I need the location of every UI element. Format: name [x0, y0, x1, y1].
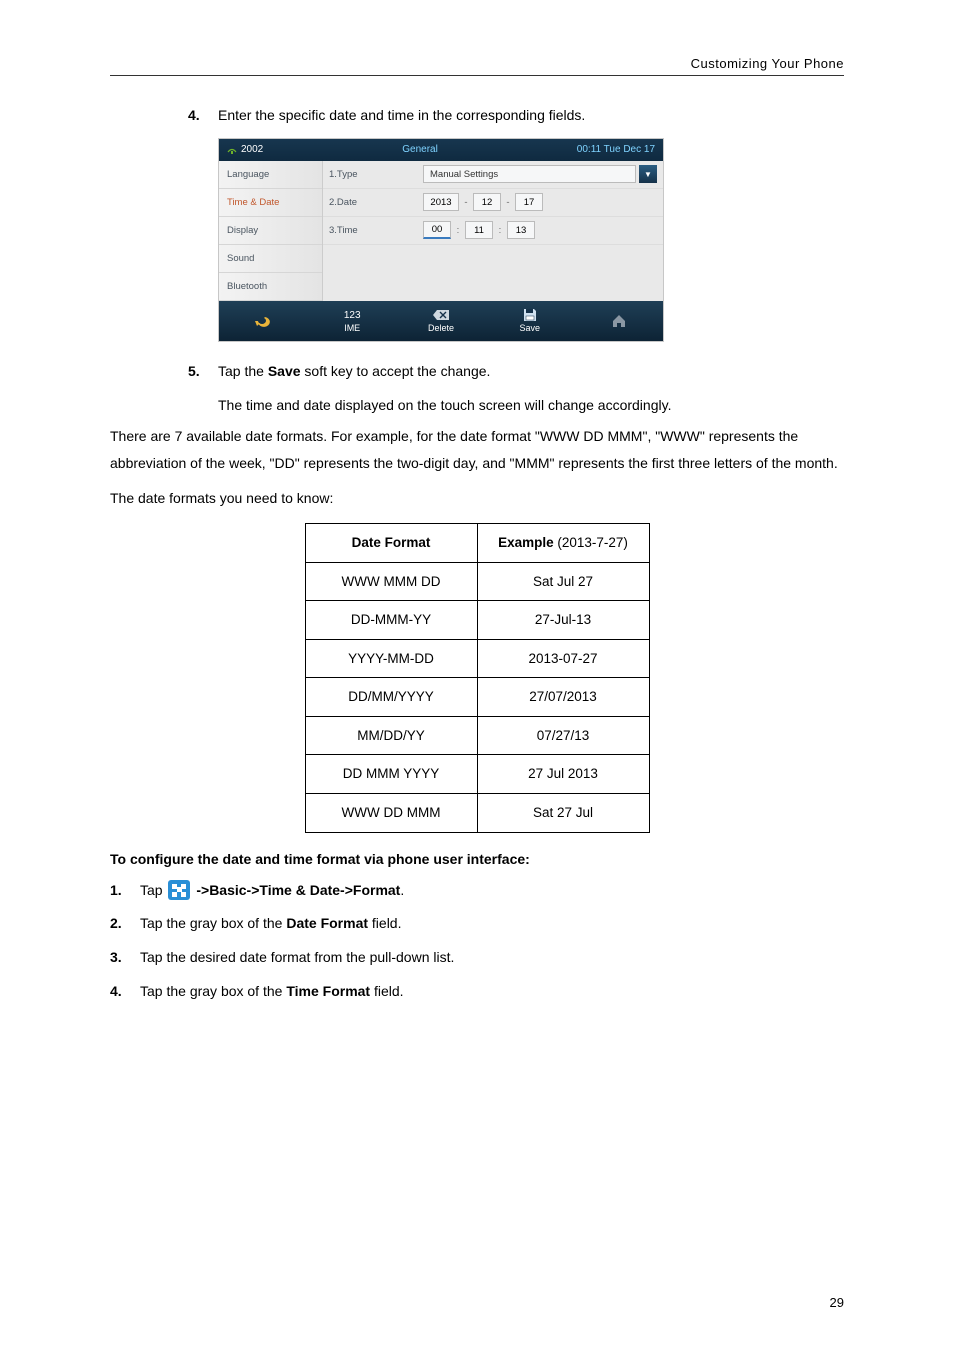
header-rule: [110, 75, 844, 76]
step-4: 4. Enter the specific date and time in t…: [188, 104, 844, 128]
date-month-input[interactable]: 12: [473, 193, 501, 211]
sidebar-item-bluetooth[interactable]: Bluetooth: [219, 273, 322, 301]
app-menu-icon: [168, 880, 190, 900]
step-4-text: Enter the specific date and time in the …: [218, 104, 844, 128]
explain-p2: The date formats you need to know:: [110, 485, 844, 512]
row-time: 3.Time 00 : 11 : 13: [323, 217, 663, 245]
table-row: WWW DD MMMSat 27 Jul: [305, 794, 649, 833]
cfg-step-3-text: Tap the desired date format from the pul…: [140, 946, 844, 970]
configure-heading: To configure the date and time format vi…: [110, 851, 844, 867]
cfg-step-3-num: 3.: [110, 946, 140, 970]
step-5: 5. Tap the Save soft key to accept the c…: [188, 360, 844, 384]
page-number: 29: [830, 1295, 844, 1310]
time-second-input[interactable]: 13: [507, 221, 535, 239]
table-header-example: Example (2013-7-27): [477, 524, 649, 563]
time-minute-input[interactable]: 11: [465, 221, 493, 239]
cfg-step-2: 2. Tap the gray box of the Date Format f…: [110, 912, 844, 936]
label-time: 3.Time: [329, 225, 417, 236]
cfg-step-1-num: 1.: [110, 879, 140, 903]
cfg-step-4-text: Tap the gray box of the Time Format fiel…: [140, 980, 844, 1004]
sidebar-item-display[interactable]: Display: [219, 217, 322, 245]
softkey-bar: 123 IME Delete Save: [219, 301, 663, 341]
row-type: 1.Type Manual Settings ▼: [323, 161, 663, 189]
sidebar-item-sound[interactable]: Sound: [219, 245, 322, 273]
save-label: Save: [520, 323, 541, 333]
cfg-step-4-num: 4.: [110, 980, 140, 1004]
extension-indicator: 2002: [227, 144, 263, 155]
cfg-step-2-text: Tap the gray box of the Date Format fiel…: [140, 912, 844, 936]
time-hour-input[interactable]: 00: [423, 221, 451, 239]
softkey-home[interactable]: [574, 301, 663, 341]
cfg-step-1-text: Tap ->Basic->Time & Date->Format.: [140, 879, 844, 903]
date-year-input[interactable]: 2013: [423, 193, 459, 211]
save-icon: [523, 308, 537, 322]
type-dropdown-value[interactable]: Manual Settings: [423, 165, 636, 183]
step-5-num: 5.: [188, 360, 218, 384]
backspace-icon: [432, 308, 450, 322]
label-date: 2.Date: [329, 197, 417, 208]
softkey-delete[interactable]: Delete: [397, 301, 486, 341]
table-row: YYYY-MM-DD2013-07-27: [305, 639, 649, 678]
step-4-num: 4.: [188, 104, 218, 128]
row-date: 2.Date 2013 - 12 - 17: [323, 189, 663, 217]
home-icon: [611, 314, 627, 328]
header-section-title: Customizing Your Phone: [110, 56, 844, 71]
date-format-table: Date Format Example (2013-7-27) WWW MMM …: [305, 523, 650, 832]
table-row: MM/DD/YY07/27/13: [305, 716, 649, 755]
chevron-down-icon[interactable]: ▼: [639, 165, 657, 183]
signal-icon: [227, 145, 237, 155]
extension-number: 2002: [241, 144, 263, 155]
step-5-text: Tap the Save soft key to accept the chan…: [218, 360, 844, 384]
table-row: DD-MMM-YY27-Jul-13: [305, 601, 649, 640]
table-row: DD MMM YYYY27 Jul 2013: [305, 755, 649, 794]
softkey-save[interactable]: Save: [485, 301, 574, 341]
phone-title: General: [263, 144, 577, 155]
label-type: 1.Type: [329, 169, 417, 180]
sidebar-item-time-date[interactable]: Time & Date: [219, 189, 322, 217]
table-row: DD/MM/YYYY27/07/2013: [305, 678, 649, 717]
back-icon: [255, 314, 271, 328]
sidebar-item-language[interactable]: Language: [219, 161, 322, 189]
softkey-back[interactable]: [219, 301, 308, 341]
explain-p1: There are 7 available date formats. For …: [110, 423, 844, 476]
softkey-ime[interactable]: 123 IME: [308, 301, 397, 341]
phone-clock: 00:11 Tue Dec 17: [577, 144, 655, 155]
step-5-sub: The time and date displayed on the touch…: [218, 394, 844, 418]
time-sep: :: [496, 225, 504, 236]
cfg-step-2-num: 2.: [110, 912, 140, 936]
ime-value: 123: [344, 308, 361, 322]
phone-screenshot: 2002 General 00:11 Tue Dec 17 Language T…: [218, 138, 844, 342]
time-sep: :: [454, 225, 462, 236]
cfg-step-3: 3. Tap the desired date format from the …: [110, 946, 844, 970]
settings-sidebar: Language Time & Date Display Sound Bluet…: [219, 161, 323, 301]
table-row: WWW MMM DDSat Jul 27: [305, 562, 649, 601]
settings-form: 1.Type Manual Settings ▼ 2.Date 2013 - 1…: [323, 161, 663, 301]
delete-label: Delete: [428, 323, 454, 333]
ime-label: IME: [344, 323, 360, 333]
table-header-format: Date Format: [305, 524, 477, 563]
phone-statusbar: 2002 General 00:11 Tue Dec 17: [219, 139, 663, 161]
date-sep: -: [462, 197, 470, 208]
cfg-step-1: 1. Tap ->Basic->Time & Date->Format.: [110, 879, 844, 903]
date-day-input[interactable]: 17: [515, 193, 543, 211]
date-sep: -: [504, 197, 512, 208]
cfg-step-4: 4. Tap the gray box of the Time Format f…: [110, 980, 844, 1004]
